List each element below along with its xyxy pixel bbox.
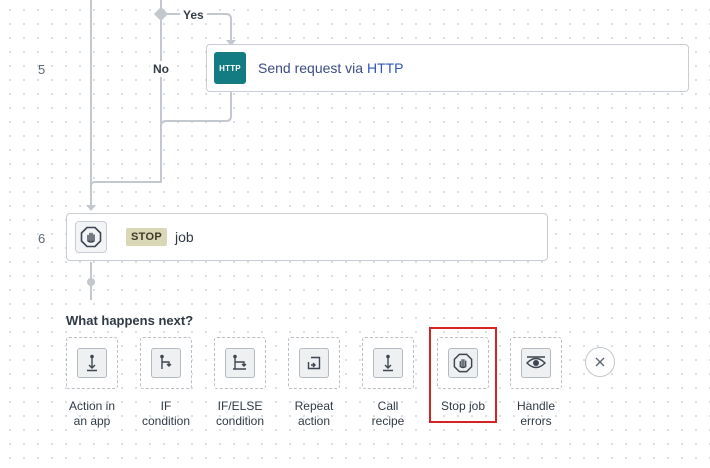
step-6-title: job [174, 229, 194, 245]
close-icon [595, 357, 605, 367]
option-tile[interactable] [437, 337, 489, 389]
option-tile[interactable] [66, 337, 118, 389]
option-label: Action in an app [69, 399, 115, 429]
option-tile[interactable] [362, 337, 414, 389]
yes-branch-label: Yes [180, 7, 207, 23]
step-6-stop-card[interactable]: STOP job [66, 213, 548, 261]
option-label-line2: an app [73, 414, 111, 428]
option-tile[interactable] [140, 337, 192, 389]
option-label-line2: action [297, 414, 330, 428]
step-5-app-link[interactable]: HTTP [367, 60, 404, 76]
close-button[interactable] [585, 347, 615, 377]
option-tile[interactable] [288, 337, 340, 389]
stop-badge: STOP [126, 228, 167, 246]
option-handle-errors[interactable]: Handle errors [496, 337, 576, 429]
step-5-http-card[interactable]: HTTP Send request via HTTP [206, 44, 689, 92]
option-label: IF condition [142, 399, 190, 429]
action-arrow-icon [77, 348, 107, 378]
option-label-line1: Handle [516, 399, 556, 413]
option-label: IF/ELSE condition [216, 399, 264, 429]
step-5-title: Send request via HTTP [258, 60, 404, 76]
option-label: Call recipe [372, 399, 405, 429]
option-label: Handle errors [517, 399, 555, 429]
option-label-line1: Repeat [294, 399, 334, 413]
option-label-line2: recipe [371, 414, 405, 428]
option-tile[interactable] [510, 337, 562, 389]
stop-hand-icon [448, 348, 478, 378]
step-5-title-text: Send request via [258, 60, 364, 76]
if-else-branch-icon [225, 348, 255, 378]
option-repeat-action[interactable]: Repeat action [274, 337, 354, 429]
option-label-line1: IF [160, 399, 172, 413]
option-label-line1: Action in [68, 399, 116, 413]
option-action-in-app[interactable]: Action in an app [52, 337, 132, 429]
option-stop-job[interactable]: Stop job [423, 337, 503, 414]
option-label-line2: errors [520, 414, 552, 428]
option-if-condition[interactable]: IF condition [126, 337, 206, 429]
option-if-else-condition[interactable]: IF/ELSE condition [200, 337, 280, 429]
option-label: Stop job [441, 399, 485, 414]
step-number-6: 6 [38, 231, 46, 246]
option-label-line1: Stop job [440, 399, 486, 413]
repeat-loop-icon [299, 348, 329, 378]
what-happens-next-heading: What happens next? [66, 313, 194, 328]
option-label-line1: Call [377, 399, 399, 413]
option-call-recipe[interactable]: Call recipe [348, 337, 428, 429]
if-branch-icon [151, 348, 181, 378]
stop-hand-icon [75, 221, 107, 253]
no-branch-label: No [150, 61, 172, 77]
step-number-5: 5 [38, 62, 46, 77]
call-recipe-icon [373, 348, 403, 378]
http-icon: HTTP [214, 52, 246, 84]
option-label-line2: condition [215, 414, 265, 428]
option-label-line1: IF/ELSE [217, 399, 263, 413]
option-tile[interactable] [214, 337, 266, 389]
option-label: Repeat action [295, 399, 334, 429]
option-label-line2: condition [141, 414, 191, 428]
monitor-eye-icon [521, 348, 551, 378]
